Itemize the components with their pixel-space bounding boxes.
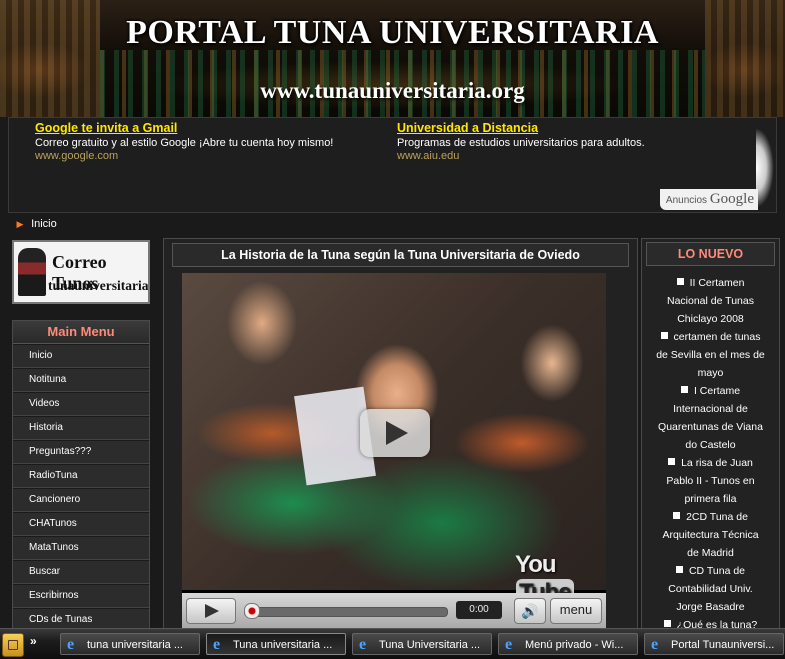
lo-nuevo-title: LO NUEVO <box>646 242 775 266</box>
taskbar-button[interactable]: e Portal Tunauniversi... <box>644 633 784 655</box>
breadcrumb-current[interactable]: Inicio <box>31 218 57 230</box>
start-button-icon[interactable] <box>2 633 24 657</box>
menu-item-radiotuna[interactable]: RadioTuna <box>13 464 149 488</box>
ie-icon: e <box>213 636 221 653</box>
main-menu: Main Menu Inicio Notituna Videos Histori… <box>12 320 150 633</box>
ads-by-google-link[interactable]: Anuncios Google <box>659 189 758 210</box>
quick-launch-chevron-icon[interactable]: » <box>30 634 37 648</box>
news-item-text[interactable]: I Certame Internacional de Quarentunas d… <box>658 385 763 451</box>
google-logo: Google <box>709 191 754 207</box>
menu-item-notituna[interactable]: Notituna <box>13 368 149 392</box>
menu-item-escribirnos[interactable]: Escribirnos <box>13 584 149 608</box>
article-title: La Historia de la Tuna según la Tuna Uni… <box>172 243 629 267</box>
main-menu-list: Inicio Notituna Videos Historia Pregunta… <box>13 344 149 632</box>
ad-title-link[interactable]: Google te invita a Gmail <box>35 122 333 135</box>
tuno-figure-icon <box>18 248 46 296</box>
square-bullet-icon <box>680 386 688 393</box>
site-url: www.tunauniversitaria.org <box>260 78 525 103</box>
square-bullet-icon <box>660 332 668 339</box>
play-overlay-button[interactable] <box>360 409 430 457</box>
taskbar-button-active[interactable]: e Tuna universitaria ... <box>206 633 346 655</box>
taskbar-button-label: Tuna universitaria ... <box>233 639 333 651</box>
taskbar-button[interactable]: e Menú privado - Wi... <box>498 633 638 655</box>
square-bullet-icon <box>675 566 683 573</box>
news-item[interactable]: II Certamen Nacional de Tunas Chiclayo 2… <box>656 274 765 328</box>
video-controls: 0:00 🔊 menu <box>182 593 606 629</box>
ads-attribution-prefix: Anuncios <box>665 195 708 206</box>
menu-item-videos[interactable]: Videos <box>13 392 149 416</box>
news-item-text[interactable]: La risa de Juan Pablo II - Tunos en prim… <box>666 457 754 505</box>
news-item[interactable]: certamen de tunas de Sevilla en el mes d… <box>656 328 765 382</box>
main-content: La Historia de la Tuna según la Tuna Uni… <box>163 238 638 630</box>
ie-icon: e <box>359 636 367 653</box>
volume-icon[interactable]: 🔊 <box>514 598 546 624</box>
progress-track[interactable] <box>244 607 448 617</box>
time-display: 0:00 <box>456 601 502 619</box>
ie-icon: e <box>651 636 659 653</box>
ad-url[interactable]: www.google.com <box>35 150 333 163</box>
square-bullet-icon <box>676 278 684 285</box>
taskbar-button-label: Menú privado - Wi... <box>525 639 624 651</box>
taskbar-button-label: tuna universitaria ... <box>87 639 183 651</box>
youtube-logo-you: You <box>515 551 557 578</box>
arrow-right-icon: ▶ <box>16 219 24 229</box>
menu-item-buscar[interactable]: Buscar <box>13 560 149 584</box>
ie-icon: e <box>67 636 75 653</box>
video-menu-button[interactable]: menu <box>550 598 602 624</box>
menu-item-inicio[interactable]: Inicio <box>13 344 149 368</box>
banner-line2: tunauniversitaria.org <box>48 278 149 293</box>
taskbar-button-label: Portal Tunauniversi... <box>671 639 775 651</box>
square-bullet-icon <box>663 620 671 627</box>
taskbar-button[interactable]: e tuna universitaria ... <box>60 633 200 655</box>
news-item[interactable]: CD Tuna de Contabilidad Univ. Jorge Basa… <box>656 562 765 616</box>
windows-taskbar: » e tuna universitaria ... e Tuna universi… <box>0 628 785 659</box>
menu-item-cancionero[interactable]: Cancionero <box>13 488 149 512</box>
site-header: PORTAL TUNA UNIVERSITARIA www.tunauniver… <box>0 0 785 117</box>
ad-description: Correo gratuito y al estilo Google ¡Abre… <box>35 137 334 149</box>
taskbar-button[interactable]: e Tuna Universitaria ... <box>352 633 492 655</box>
ad-universidad[interactable]: Universidad a Distancia Programas de est… <box>397 122 645 163</box>
site-title: PORTAL TUNA UNIVERSITARIA <box>126 14 659 51</box>
play-button[interactable] <box>186 598 236 624</box>
lo-nuevo-panel: LO NUEVO II Certamen Nacional de Tunas C… <box>641 238 780 630</box>
youtube-video-player[interactable]: YouTube 0:00 🔊 menu <box>182 273 606 629</box>
ad-gmail[interactable]: Google te invita a Gmail Correo gratuito… <box>35 122 333 163</box>
news-item[interactable]: I Certame Internacional de Quarentunas d… <box>656 382 765 454</box>
news-item[interactable]: 2CD Tuna de Arquitectura Técnica de Madr… <box>656 508 765 562</box>
taskbar-button-label: Tuna Universitaria ... <box>379 639 481 651</box>
news-item[interactable]: La risa de Juan Pablo II - Tunos en prim… <box>656 454 765 508</box>
progress-knob[interactable] <box>244 603 260 619</box>
ad-description: Programas de estudios universitarios par… <box>397 137 645 149</box>
menu-item-historia[interactable]: Historia <box>13 416 149 440</box>
left-column: Correo Tunos tunauniversitaria.org Main … <box>12 240 150 633</box>
ad-url[interactable]: www.aiu.edu <box>397 150 645 163</box>
square-bullet-icon <box>668 458 676 465</box>
menu-item-chatunos[interactable]: CHATunos <box>13 512 149 536</box>
main-menu-title: Main Menu <box>13 321 149 344</box>
ie-icon: e <box>505 636 513 653</box>
menu-item-matatunos[interactable]: MataTunos <box>13 536 149 560</box>
square-bullet-icon <box>673 512 681 519</box>
news-item-text[interactable]: certamen de tunas de Sevilla en el mes d… <box>656 331 765 379</box>
news-list: II Certamen Nacional de Tunas Chiclayo 2… <box>642 274 779 629</box>
ad-title-link[interactable]: Universidad a Distancia <box>397 122 645 135</box>
breadcrumb: ▶ Inicio <box>8 214 777 234</box>
google-ads-bar: Google te invita a Gmail Correo gratuito… <box>8 117 777 213</box>
page-curl-decoration <box>756 128 774 208</box>
menu-item-preguntas[interactable]: Preguntas??? <box>13 440 149 464</box>
correo-tunos-banner[interactable]: Correo Tunos tunauniversitaria.org <box>12 240 150 304</box>
